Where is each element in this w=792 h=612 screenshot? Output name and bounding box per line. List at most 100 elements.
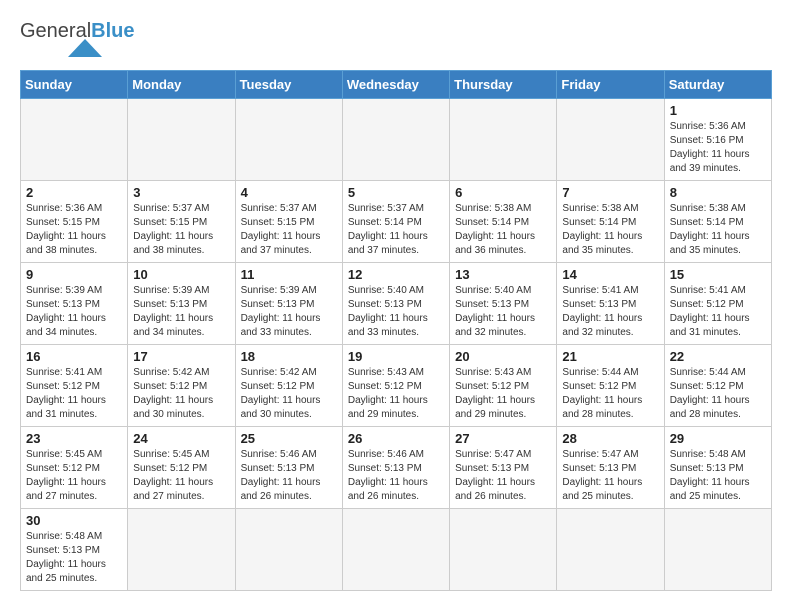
calendar-week-row: 9 Sunrise: 5:39 AM Sunset: 5:13 PM Daylig… (21, 263, 772, 345)
calendar-week-row: 2Sunrise: 5:36 AM Sunset: 5:15 PM Daylig… (21, 181, 772, 263)
day-info: Sunrise: 5:41 AM Sunset: 5:12 PM Dayligh… (670, 284, 766, 340)
calendar-day-cell (664, 509, 771, 591)
calendar-day-cell (128, 509, 235, 591)
calendar-day-cell: 26 Sunrise: 5:46 AM Sunset: 5:13 PM Dayli… (342, 427, 449, 509)
day-info: Sunrise: 5:42 AM Sunset: 5:12 PM Dayligh… (133, 366, 229, 422)
calendar-day-cell: 15 Sunrise: 5:41 AM Sunset: 5:12 PM Dayli… (664, 263, 771, 345)
logo-triangle-icon (68, 39, 102, 57)
calendar-day-cell: 11 Sunrise: 5:39 AM Sunset: 5:13 PM Dayli… (235, 263, 342, 345)
day-info: Sunrise: 5:41 AM Sunset: 5:12 PM Dayligh… (26, 366, 122, 422)
day-number: 18 (241, 349, 337, 364)
day-number: 21 (562, 349, 658, 364)
day-number: 12 (348, 267, 444, 282)
calendar-day-cell: 8Sunrise: 5:38 AM Sunset: 5:14 PM Daylig… (664, 181, 771, 263)
calendar-day-cell: 16 Sunrise: 5:41 AM Sunset: 5:12 PM Dayli… (21, 345, 128, 427)
calendar-day-cell (342, 509, 449, 591)
calendar-day-cell (235, 509, 342, 591)
calendar-day-cell (21, 99, 128, 181)
weekday-header-friday: Friday (557, 71, 664, 99)
calendar-day-cell: 24Sunrise: 5:45 AM Sunset: 5:12 PM Dayli… (128, 427, 235, 509)
calendar-day-cell: 27 Sunrise: 5:47 AM Sunset: 5:13 PM Dayli… (450, 427, 557, 509)
calendar-table: SundayMondayTuesdayWednesdayThursdayFrid… (20, 70, 772, 591)
calendar-day-cell: 21 Sunrise: 5:44 AM Sunset: 5:12 PM Dayli… (557, 345, 664, 427)
day-info: Sunrise: 5:40 AM Sunset: 5:13 PM Dayligh… (348, 284, 444, 340)
day-number: 22 (670, 349, 766, 364)
day-number: 20 (455, 349, 551, 364)
day-info: Sunrise: 5:38 AM Sunset: 5:14 PM Dayligh… (455, 202, 551, 258)
day-number: 7 (562, 185, 658, 200)
calendar-day-cell: 18 Sunrise: 5:42 AM Sunset: 5:12 PM Dayli… (235, 345, 342, 427)
calendar-day-cell: 2Sunrise: 5:36 AM Sunset: 5:15 PM Daylig… (21, 181, 128, 263)
day-info: Sunrise: 5:43 AM Sunset: 5:12 PM Dayligh… (455, 366, 551, 422)
day-info: Sunrise: 5:43 AM Sunset: 5:12 PM Dayligh… (348, 366, 444, 422)
calendar-day-cell: 19 Sunrise: 5:43 AM Sunset: 5:12 PM Dayli… (342, 345, 449, 427)
day-info: Sunrise: 5:38 AM Sunset: 5:14 PM Dayligh… (562, 202, 658, 258)
calendar-day-cell: 29 Sunrise: 5:48 AM Sunset: 5:13 PM Dayli… (664, 427, 771, 509)
calendar-week-row: 23Sunrise: 5:45 AM Sunset: 5:12 PM Dayli… (21, 427, 772, 509)
weekday-header-saturday: Saturday (664, 71, 771, 99)
calendar-week-row: 16 Sunrise: 5:41 AM Sunset: 5:12 PM Dayli… (21, 345, 772, 427)
calendar-day-cell: 3Sunrise: 5:37 AM Sunset: 5:15 PM Daylig… (128, 181, 235, 263)
weekday-header-sunday: Sunday (21, 71, 128, 99)
calendar-day-cell (450, 509, 557, 591)
calendar-week-row: 30 Sunrise: 5:48 AM Sunset: 5:13 PM Dayli… (21, 509, 772, 591)
day-info: Sunrise: 5:39 AM Sunset: 5:13 PM Dayligh… (241, 284, 337, 340)
day-number: 16 (26, 349, 122, 364)
day-info: Sunrise: 5:39 AM Sunset: 5:13 PM Dayligh… (26, 284, 122, 340)
calendar-day-cell: 23Sunrise: 5:45 AM Sunset: 5:12 PM Dayli… (21, 427, 128, 509)
calendar-day-cell: 28 Sunrise: 5:47 AM Sunset: 5:13 PM Dayli… (557, 427, 664, 509)
calendar-day-cell: 4 Sunrise: 5:37 AM Sunset: 5:15 PM Daylig… (235, 181, 342, 263)
calendar-day-cell (128, 99, 235, 181)
day-number: 11 (241, 267, 337, 282)
weekday-header-monday: Monday (128, 71, 235, 99)
day-info: Sunrise: 5:47 AM Sunset: 5:13 PM Dayligh… (455, 448, 551, 504)
day-number: 28 (562, 431, 658, 446)
day-number: 26 (348, 431, 444, 446)
calendar-day-cell: 7 Sunrise: 5:38 AM Sunset: 5:14 PM Daylig… (557, 181, 664, 263)
day-info: Sunrise: 5:44 AM Sunset: 5:12 PM Dayligh… (562, 366, 658, 422)
day-number: 13 (455, 267, 551, 282)
day-number: 4 (241, 185, 337, 200)
day-info: Sunrise: 5:45 AM Sunset: 5:12 PM Dayligh… (26, 448, 122, 504)
day-info: Sunrise: 5:42 AM Sunset: 5:12 PM Dayligh… (241, 366, 337, 422)
day-info: Sunrise: 5:46 AM Sunset: 5:13 PM Dayligh… (348, 448, 444, 504)
calendar-day-cell: 25 Sunrise: 5:46 AM Sunset: 5:13 PM Dayli… (235, 427, 342, 509)
day-number: 29 (670, 431, 766, 446)
day-info: Sunrise: 5:46 AM Sunset: 5:13 PM Dayligh… (241, 448, 337, 504)
day-number: 25 (241, 431, 337, 446)
day-number: 30 (26, 513, 122, 528)
calendar-day-cell: 14 Sunrise: 5:41 AM Sunset: 5:13 PM Dayli… (557, 263, 664, 345)
calendar-day-cell: 6 Sunrise: 5:38 AM Sunset: 5:14 PM Daylig… (450, 181, 557, 263)
day-number: 27 (455, 431, 551, 446)
day-number: 14 (562, 267, 658, 282)
calendar-day-cell: 1 Sunrise: 5:36 AM Sunset: 5:16 PM Daylig… (664, 99, 771, 181)
calendar-day-cell: 12 Sunrise: 5:40 AM Sunset: 5:13 PM Dayli… (342, 263, 449, 345)
day-info: Sunrise: 5:48 AM Sunset: 5:13 PM Dayligh… (26, 530, 122, 586)
calendar-day-cell (342, 99, 449, 181)
day-info: Sunrise: 5:38 AM Sunset: 5:14 PM Dayligh… (670, 202, 766, 258)
weekday-header-thursday: Thursday (450, 71, 557, 99)
day-info: Sunrise: 5:40 AM Sunset: 5:13 PM Dayligh… (455, 284, 551, 340)
day-info: Sunrise: 5:44 AM Sunset: 5:12 PM Dayligh… (670, 366, 766, 422)
day-number: 24 (133, 431, 229, 446)
day-info: Sunrise: 5:48 AM Sunset: 5:13 PM Dayligh… (670, 448, 766, 504)
day-info: Sunrise: 5:37 AM Sunset: 5:15 PM Dayligh… (133, 202, 229, 258)
calendar-day-cell (557, 99, 664, 181)
calendar-day-cell (557, 509, 664, 591)
day-number: 9 (26, 267, 122, 282)
day-info: Sunrise: 5:39 AM Sunset: 5:13 PM Dayligh… (133, 284, 229, 340)
day-number: 19 (348, 349, 444, 364)
day-info: Sunrise: 5:47 AM Sunset: 5:13 PM Dayligh… (562, 448, 658, 504)
day-number: 1 (670, 103, 766, 118)
calendar-day-cell: 20 Sunrise: 5:43 AM Sunset: 5:12 PM Dayli… (450, 345, 557, 427)
day-number: 6 (455, 185, 551, 200)
day-info: Sunrise: 5:37 AM Sunset: 5:15 PM Dayligh… (241, 202, 337, 258)
header: General Blue (20, 16, 772, 62)
day-number: 17 (133, 349, 229, 364)
day-info: Sunrise: 5:36 AM Sunset: 5:16 PM Dayligh… (670, 120, 766, 176)
calendar-day-cell: 10Sunrise: 5:39 AM Sunset: 5:13 PM Dayli… (128, 263, 235, 345)
calendar-day-cell: 17 Sunrise: 5:42 AM Sunset: 5:12 PM Dayli… (128, 345, 235, 427)
day-info: Sunrise: 5:41 AM Sunset: 5:13 PM Dayligh… (562, 284, 658, 340)
calendar-day-cell (235, 99, 342, 181)
day-number: 15 (670, 267, 766, 282)
